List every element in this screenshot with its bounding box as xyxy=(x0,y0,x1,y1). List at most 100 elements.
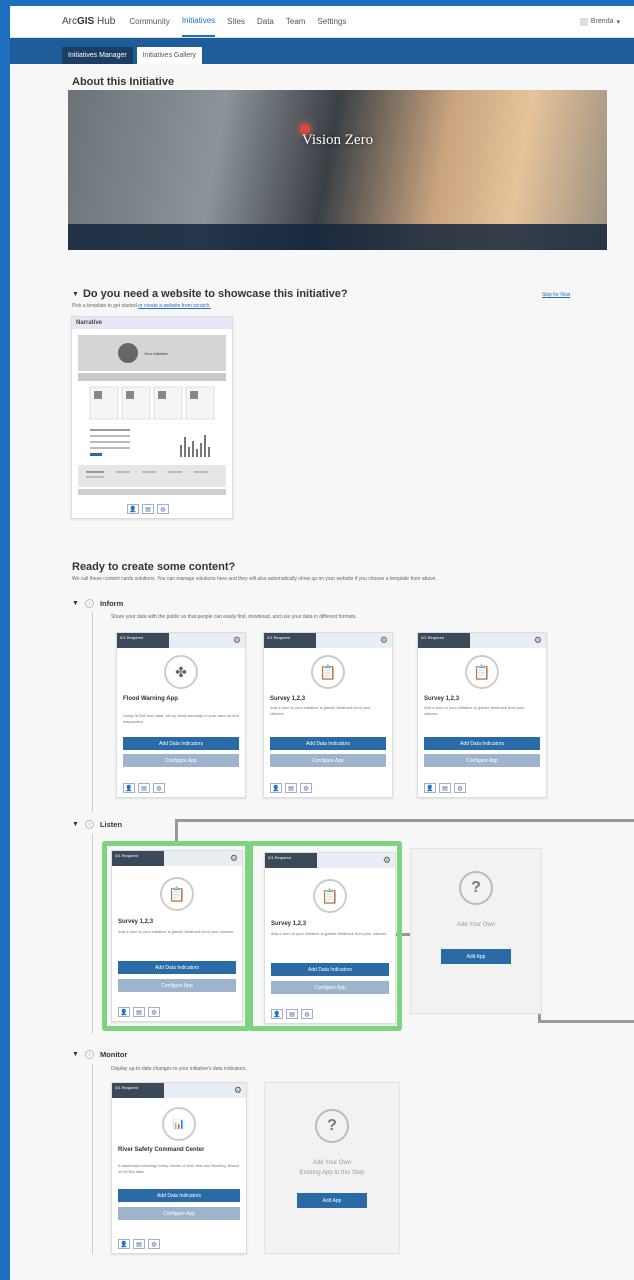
template-card-narrative[interactable]: Narrative Your Initiative 👤 ▤ ◍ xyxy=(71,316,233,519)
add-data-indicators-button[interactable]: Add Data Indicators xyxy=(118,1189,240,1202)
configure-app-button[interactable]: Configure App xyxy=(270,754,386,767)
person-icon[interactable]: 👤 xyxy=(270,783,282,793)
chart-search-icon: 📊 xyxy=(162,1107,196,1141)
template-name: Narrative xyxy=(72,317,232,329)
card-header: 0/1 Required ⚙ xyxy=(112,1083,246,1098)
brand-suffix: Hub xyxy=(94,16,116,27)
gear-icon[interactable]: ⚙ xyxy=(534,635,542,646)
card-icons: 👤 ▤ ◍ xyxy=(118,1239,160,1249)
step-inform-description: Share your data with the public so that … xyxy=(111,614,357,620)
globe-icon[interactable]: ◍ xyxy=(148,1239,160,1249)
person-icon[interactable]: 👤 xyxy=(118,1239,130,1249)
top-navigation: ArcGIS Hub Community Initiatives Sites D… xyxy=(10,6,634,38)
info-icon[interactable]: i xyxy=(84,599,94,608)
card-title: Survey 1,2,3 xyxy=(424,696,460,702)
content-description: We call these content cards solutions. Y… xyxy=(72,576,437,582)
step-monitor-name: Monitor xyxy=(99,1050,128,1059)
hero-overlay xyxy=(68,224,607,250)
hero-title: Vision Zero xyxy=(301,132,374,148)
card-icon[interactable]: ▤ xyxy=(285,783,297,793)
caret-down-icon: ▼ xyxy=(72,600,79,607)
question-icon: ? xyxy=(315,1109,349,1143)
step-inform-name: Inform xyxy=(99,599,124,608)
required-badge: 0/1 Required xyxy=(418,633,470,648)
card-title: Flood Warning App xyxy=(123,696,178,702)
tab-initiatives-manager[interactable]: Initiatives Manager xyxy=(62,47,133,64)
user-name: Brenda xyxy=(590,18,614,25)
arcgis-hub-logo[interactable]: ArcGIS Hub xyxy=(62,16,115,27)
add-your-own-text: Add Your Own xyxy=(456,922,496,928)
skip-for-now-link[interactable]: Skip for Now xyxy=(542,292,570,298)
add-your-own-card[interactable]: ? Add Your Own Existing App to this Step… xyxy=(264,1082,400,1254)
nav-data[interactable]: Data xyxy=(257,7,274,36)
globe-icon[interactable]: ◍ xyxy=(300,783,312,793)
clipboard-icon: 📋 xyxy=(465,655,499,689)
caret-down-icon: ▼ xyxy=(72,1051,79,1058)
hero-image: Vision Zero xyxy=(68,90,607,250)
nav-settings[interactable]: Settings xyxy=(317,7,346,36)
caret-down-icon: ▼ xyxy=(72,290,79,298)
highlight-box xyxy=(248,841,402,1031)
info-icon[interactable]: i xyxy=(84,1050,94,1059)
person-icon[interactable]: 👤 xyxy=(127,504,139,514)
card-title: Survey 1,2,3 xyxy=(270,696,306,702)
step-monitor-header[interactable]: ▼ i Monitor xyxy=(72,1050,127,1059)
website-section-header[interactable]: ▼ Do you need a website to showcase this… xyxy=(72,288,348,300)
solution-card-survey[interactable]: 0/1 Required ⚙ 📋 Survey 1,2,3 Add a form… xyxy=(263,632,393,798)
card-icon[interactable]: ▤ xyxy=(142,504,154,514)
gear-icon[interactable]: ⚙ xyxy=(234,1085,242,1096)
add-data-indicators-button[interactable]: Add Data Indicators xyxy=(424,737,540,750)
required-badge: 0/1 Required xyxy=(264,633,316,648)
globe-icon[interactable]: ◍ xyxy=(157,504,169,514)
configure-app-button[interactable]: Configure App xyxy=(123,754,239,767)
card-icon[interactable]: ▤ xyxy=(138,783,150,793)
nav-initiatives[interactable]: Initiatives xyxy=(181,6,216,37)
highlight-box xyxy=(102,841,250,1031)
person-icon[interactable]: 👤 xyxy=(424,783,436,793)
required-badge: 0/1 Required xyxy=(117,633,169,648)
add-app-button[interactable]: Add App xyxy=(441,949,511,964)
globe-icon[interactable]: ◍ xyxy=(454,783,466,793)
gear-icon[interactable]: ⚙ xyxy=(380,635,388,646)
step-listen-header[interactable]: ▼ i Listen xyxy=(72,820,122,829)
app-frame: ArcGIS Hub Community Initiatives Sites D… xyxy=(10,6,634,1280)
card-description: Add a form to your initiative to gather … xyxy=(424,705,525,716)
brand-prefix: Arc xyxy=(62,16,77,27)
card-description: Using NOAA river data, set up flood warn… xyxy=(123,713,239,724)
create-from-scratch-link[interactable]: or create a website from scratch. xyxy=(138,303,211,309)
add-your-own-text: Add Your Own xyxy=(312,1160,352,1166)
required-badge: 0/1 Required xyxy=(112,1083,164,1098)
add-data-indicators-button[interactable]: Add Data Indicators xyxy=(123,737,239,750)
add-data-indicators-button[interactable]: Add Data Indicators xyxy=(270,737,386,750)
configure-app-button[interactable]: Configure App xyxy=(118,1207,240,1220)
solution-card-survey[interactable]: 0/1 Required ⚙ 📋 Survey 1,2,3 Add a form… xyxy=(417,632,547,798)
globe-icon[interactable]: ◍ xyxy=(153,783,165,793)
template-preview: Your Initiative xyxy=(78,335,226,495)
callout-line xyxy=(175,819,634,822)
person-icon[interactable]: 👤 xyxy=(123,783,135,793)
solution-card-flood-warning[interactable]: 0/1 Required ⚙ ✤ Flood Warning App Using… xyxy=(116,632,246,798)
gear-icon[interactable]: ⚙ xyxy=(233,635,241,646)
solution-card-river-safety[interactable]: 0/1 Required ⚙ 📊 River Safety Command Ce… xyxy=(111,1082,247,1254)
template-banner-text: Your Initiative xyxy=(144,351,169,356)
card-header: 0/1 Required ⚙ xyxy=(117,633,245,648)
configure-app-button[interactable]: Configure App xyxy=(424,754,540,767)
card-header: 0/1 Required ⚙ xyxy=(264,633,392,648)
nav-sites[interactable]: Sites xyxy=(227,7,245,36)
template-icons: 👤 ▤ ◍ xyxy=(127,504,169,514)
card-icon[interactable]: ▤ xyxy=(133,1239,145,1249)
add-your-own-card[interactable]: ? Add Your Own Add App xyxy=(410,848,542,1014)
nav-community[interactable]: Community xyxy=(129,7,169,36)
add-app-button[interactable]: Add App xyxy=(297,1193,367,1208)
callout-line xyxy=(538,1020,634,1023)
nav-team[interactable]: Team xyxy=(286,7,306,36)
user-menu[interactable]: Brenda ▾ xyxy=(579,17,620,26)
content-heading: Ready to create some content? xyxy=(72,561,236,573)
sub-tab-bar: Initiatives Manager Initiatives Gallery xyxy=(10,38,634,64)
info-icon[interactable]: i xyxy=(84,820,94,829)
about-heading: About this Initiative xyxy=(72,76,175,88)
step-inform-header[interactable]: ▼ i Inform xyxy=(72,599,123,608)
tab-initiatives-gallery[interactable]: Initiatives Gallery xyxy=(136,47,203,64)
step-connector-line xyxy=(92,612,93,812)
card-icon[interactable]: ▤ xyxy=(439,783,451,793)
